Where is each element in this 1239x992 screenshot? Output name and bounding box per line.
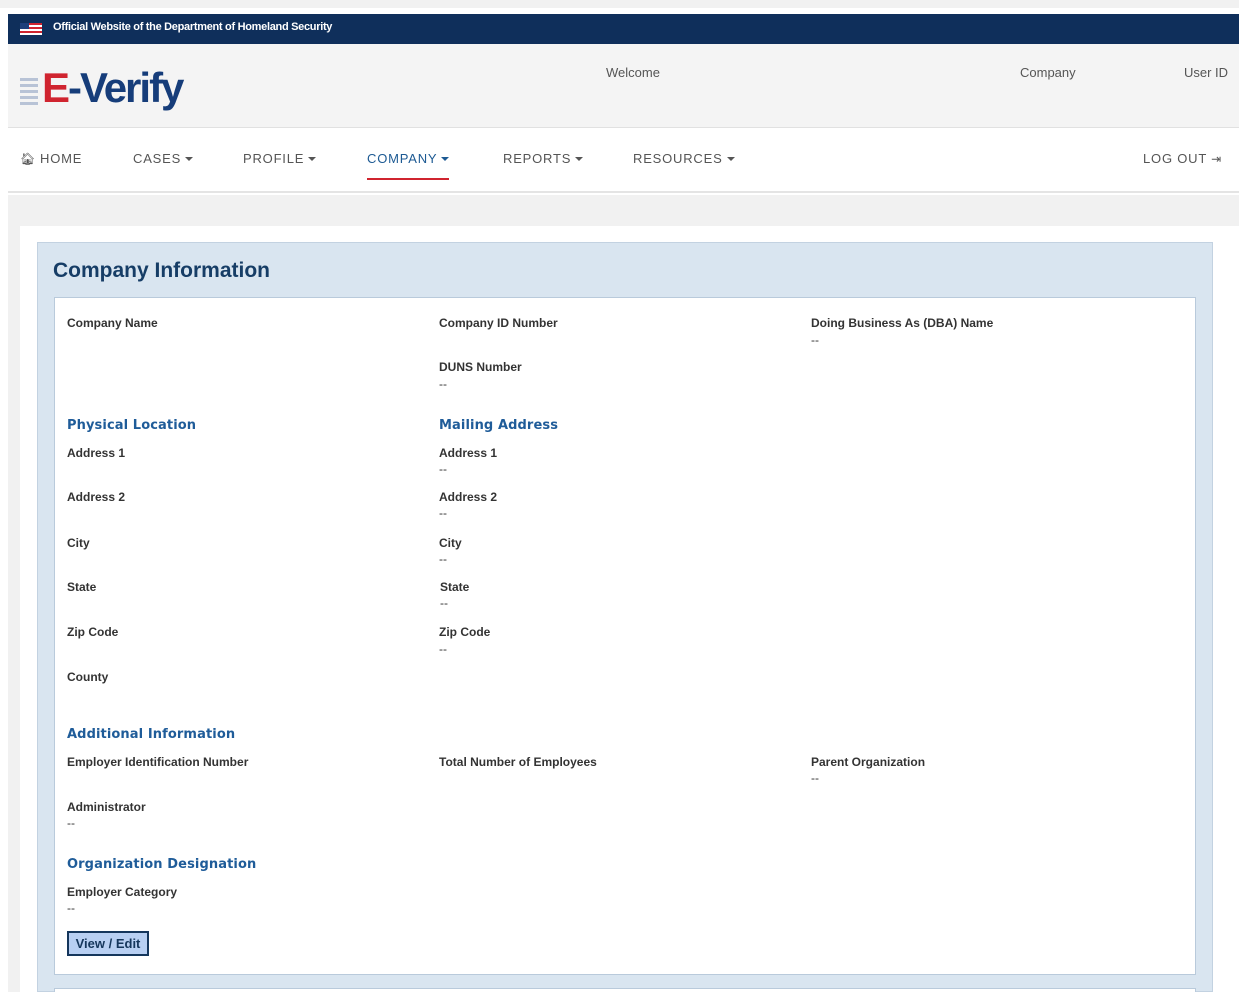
e-verify-logo[interactable]: E -Verify	[20, 60, 184, 111]
nav-cases[interactable]: CASES	[133, 151, 194, 166]
company-id-label: Company ID Number	[439, 316, 558, 330]
physical-address2-label: Address 2	[67, 490, 126, 504]
nav-home[interactable]: 🏠︎ HOME	[20, 151, 82, 166]
mailing-address2-value: --	[439, 506, 447, 520]
user-id-label: User ID	[1184, 65, 1229, 80]
administrator-label: Administrator	[67, 800, 146, 814]
logo-verify: -Verify	[68, 64, 184, 111]
duns-value: --	[439, 377, 447, 391]
logo-e: E	[42, 64, 70, 111]
mailing-zip-label: Zip Code	[439, 625, 491, 639]
employer-category-label: Employer Category	[67, 885, 178, 899]
ein-label: Employer Identification Number	[67, 755, 249, 769]
parent-org-value: --	[811, 771, 819, 785]
mailing-address-heading: Mailing Address	[439, 418, 559, 433]
nav-company[interactable]: COMPANY	[367, 151, 450, 180]
page: Official Website of the Department of Ho…	[0, 0, 1239, 992]
company-info-body	[54, 297, 1196, 975]
dba-value: --	[811, 333, 819, 347]
company-label: Company	[1020, 65, 1076, 80]
additional-info-heading: Additional Information	[67, 727, 236, 742]
physical-location-heading: Physical Location	[67, 418, 197, 433]
mailing-city-value: --	[439, 552, 447, 566]
physical-city-label: City	[67, 536, 90, 550]
nav-logout[interactable]: LOG OUT ⇥	[1143, 151, 1222, 166]
employees-label: Total Number of Employees	[439, 755, 597, 769]
view-edit-button[interactable]: View / Edit	[67, 931, 149, 956]
header: E -Verify Welcome Company User ID	[8, 44, 1239, 128]
employer-category-value: --	[67, 901, 75, 915]
mailing-zip-value: --	[439, 642, 447, 656]
gov-banner-text: Official Website of the Department of Ho…	[53, 21, 333, 33]
duns-label: DUNS Number	[439, 360, 522, 374]
company-name-label: Company Name	[67, 316, 158, 330]
dba-label: Doing Business As (DBA) Name	[811, 316, 994, 330]
main-nav: 🏠︎ HOME CASES PROFILE COMPANY REPORTS RES…	[8, 128, 1239, 193]
mailing-address1-value: --	[439, 462, 447, 476]
us-flag-icon	[20, 23, 42, 35]
mailing-address2-label: Address 2	[439, 490, 498, 504]
caret-down-icon	[185, 157, 194, 161]
org-designation-heading: Organization Designation	[67, 857, 257, 872]
logout-icon: ⇥	[1211, 152, 1222, 166]
welcome-label: Welcome	[606, 65, 660, 80]
next-panel	[54, 988, 1196, 992]
home-icon: 🏠︎	[20, 152, 37, 166]
mailing-address1-label: Address 1	[439, 446, 498, 460]
physical-state-label: State	[67, 580, 97, 594]
caret-down-icon	[308, 157, 317, 161]
mailing-state-value: --	[440, 596, 448, 610]
caret-down-icon	[441, 157, 450, 161]
logo-lines-icon	[20, 74, 42, 108]
physical-county-label: County	[67, 670, 109, 684]
nav-resources[interactable]: RESOURCES	[633, 151, 735, 166]
nav-reports[interactable]: REPORTS	[503, 151, 584, 166]
physical-address1-label: Address 1	[67, 446, 126, 460]
nav-profile[interactable]: PROFILE	[243, 151, 317, 166]
parent-org-label: Parent Organization	[811, 755, 926, 769]
physical-zip-label: Zip Code	[67, 625, 119, 639]
caret-down-icon	[726, 157, 735, 161]
caret-down-icon	[575, 157, 584, 161]
administrator-value: --	[67, 816, 75, 830]
mailing-state-label: State	[440, 580, 470, 594]
mailing-city-label: City	[439, 536, 462, 550]
gov-banner: Official Website of the Department of Ho…	[8, 14, 1239, 44]
top-gap	[0, 0, 1239, 14]
panel-title: Company Information	[53, 259, 271, 282]
